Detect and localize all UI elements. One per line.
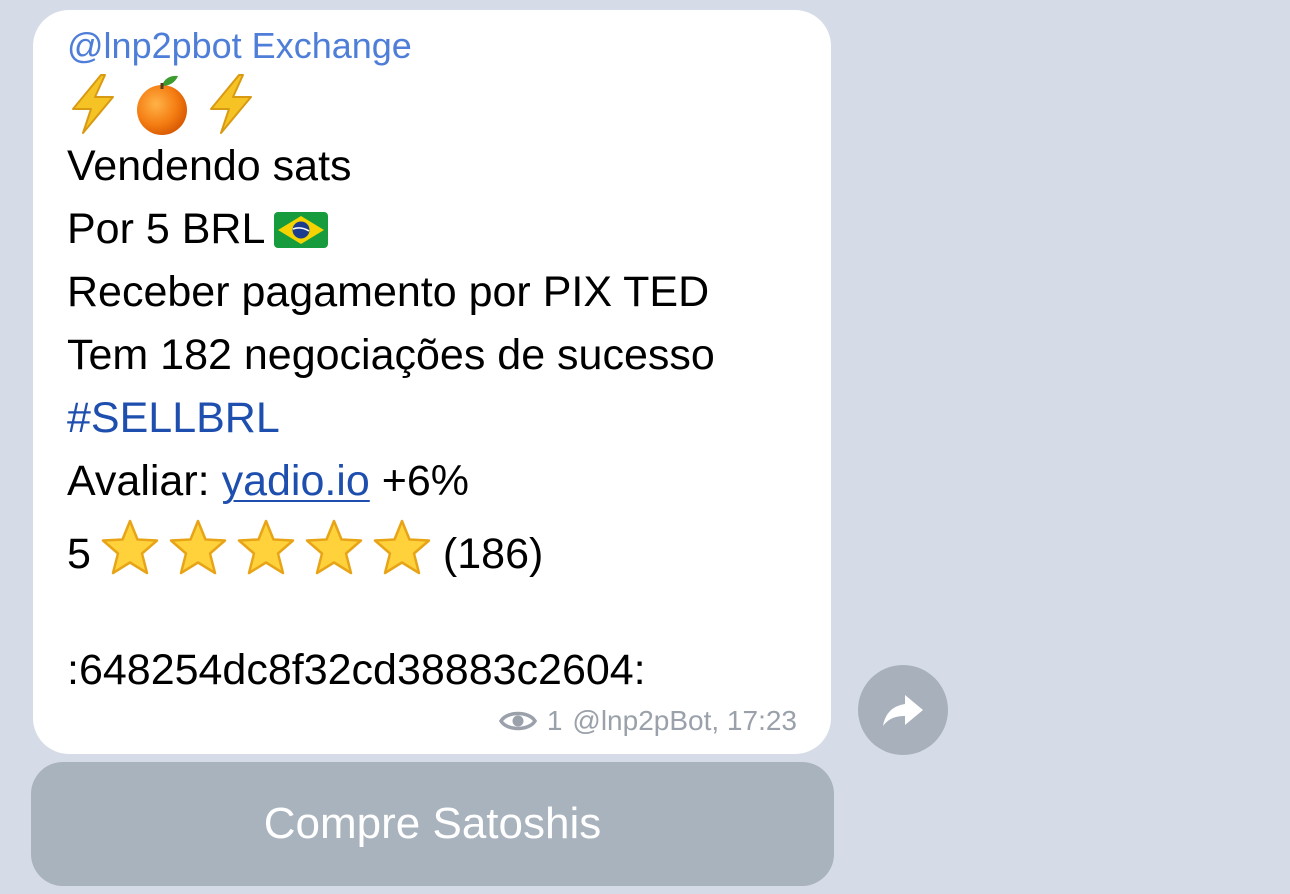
header-emoji-row [67,72,257,136]
buy-satoshis-label: Compre Satoshis [263,799,602,848]
rating-stars [99,518,433,578]
rate-source-link[interactable]: yadio.io [222,457,370,505]
rate-suffix: +6% [369,457,469,505]
eye-icon [498,711,537,731]
via-bot-time: @lnp2pBot, 17:23 [572,705,797,736]
message-bubble: @lnp2pbot Exchange Vendendo sats Por 5 B… [33,10,831,754]
star-emoji-icon [237,519,295,575]
star-emoji-icon [373,519,431,575]
rating-value: 5 [67,530,91,578]
forward-button[interactable] [858,665,948,755]
lightning-emoji-icon [210,74,252,134]
message-line-payment: Receber pagamento por PIX TED [67,268,710,316]
orange-emoji-icon [137,75,187,135]
star-emoji-icon [305,519,363,575]
message-line-price: Por 5 BRL [67,203,329,261]
forward-arrow-icon [883,695,923,726]
brazil-flag-icon [273,209,329,261]
star-emoji-icon [169,519,227,575]
message-meta: 1 @lnp2pBot, 17:23 [498,704,797,738]
rating-count: (186) [442,530,544,578]
star-emoji-icon [101,519,159,575]
rate-prefix: Avaliar: [67,457,222,505]
price-text: Por 5 BRL [67,205,266,253]
hashtag-link[interactable]: #SELLBRL [67,392,280,444]
view-count: 1 [546,705,563,736]
order-id: :648254dc8f32cd38883c2604: [67,646,646,694]
buy-satoshis-button[interactable]: Compre Satoshis [31,762,834,886]
sender-name[interactable]: @lnp2pbot Exchange [67,24,412,68]
message-line-selling: Vendendo sats [67,142,352,190]
message-line-trades: Tem 182 negociações de sucesso [67,331,715,379]
message-line-rating: 5 (186) [67,518,543,580]
message-line-rate: Avaliar: yadio.io +6% [67,455,469,507]
lightning-emoji-icon [72,74,114,134]
